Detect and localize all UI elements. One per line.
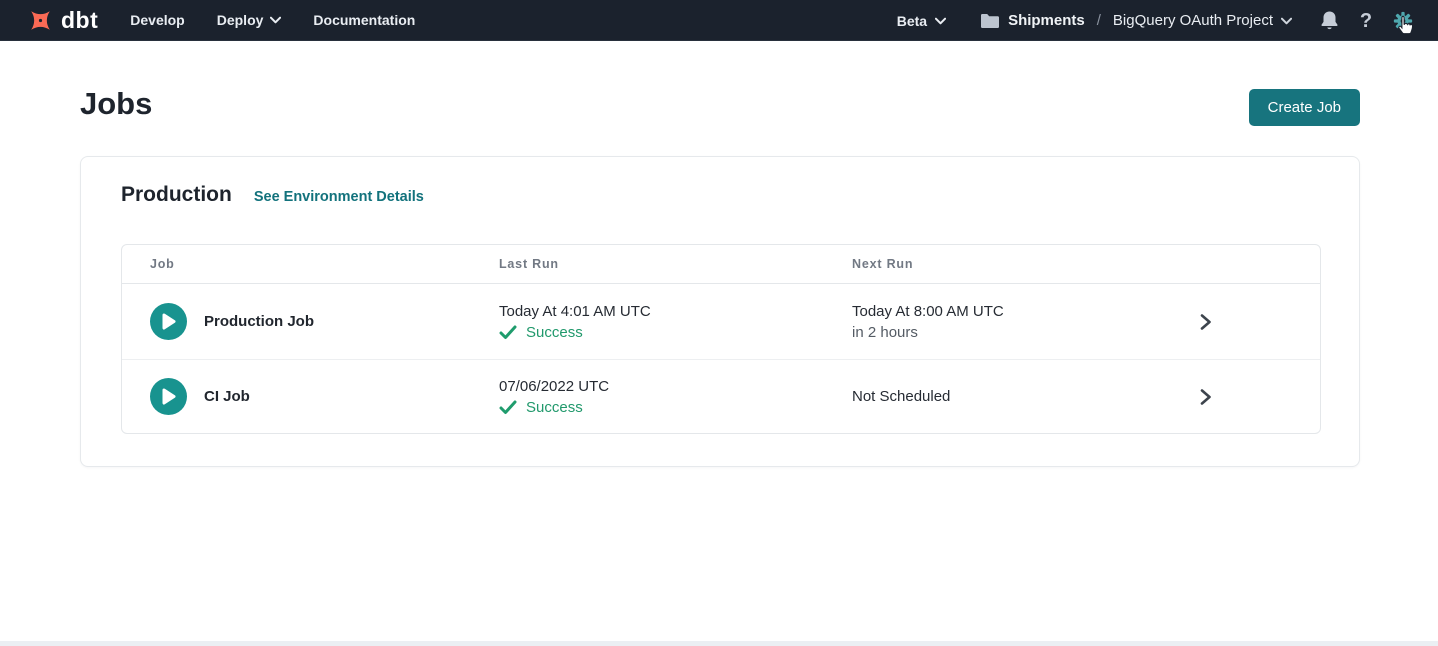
environment-name: Production — [121, 183, 232, 207]
column-header-job: Job — [122, 257, 499, 271]
bell-icon — [1320, 10, 1339, 31]
status-text: Success — [526, 399, 583, 416]
nav-item-deploy[interactable]: Deploy — [217, 12, 282, 28]
table-row-ci-job[interactable]: CI Job 07/06/2022 UTC Success Not Schedu… — [122, 360, 1320, 433]
gear-icon — [1392, 10, 1414, 32]
nav-item-label: Documentation — [313, 12, 415, 28]
next-run-cell: Today At 8:00 AM UTC in 2 hours — [852, 303, 1090, 341]
breadcrumb-separator: / — [1097, 12, 1101, 29]
status-badge: Success — [499, 324, 852, 341]
dbt-logo-text: dbt — [61, 7, 98, 34]
help-button[interactable]: ? — [1355, 10, 1377, 32]
table-row-production-job[interactable]: Production Job Today At 4:01 AM UTC Succ… — [122, 284, 1320, 360]
folder-icon — [980, 13, 1000, 29]
last-run-time: 07/06/2022 UTC — [499, 378, 852, 395]
jobs-table: Job Last Run Next Run Production Job Tod… — [121, 244, 1321, 434]
chevron-down-icon — [270, 16, 281, 24]
row-detail-cell — [1090, 388, 1320, 406]
last-run-cell: Today At 4:01 AM UTC Success — [499, 303, 852, 341]
nav-item-documentation[interactable]: Documentation — [313, 12, 415, 28]
project-name: BigQuery OAuth Project — [1113, 12, 1273, 29]
account-name: Shipments — [1008, 12, 1085, 29]
column-header-last-run: Last Run — [499, 257, 852, 271]
job-name: Production Job — [204, 313, 314, 330]
environment-card: Production See Environment Details Job L… — [80, 156, 1360, 467]
column-header-next-run: Next Run — [852, 257, 1090, 271]
notifications-button[interactable] — [1318, 10, 1340, 32]
next-run-time: Not Scheduled — [852, 388, 1090, 405]
run-job-button[interactable] — [150, 303, 187, 340]
dbt-logo[interactable]: dbt — [27, 7, 98, 34]
top-navbar: dbt Develop Deploy Documentation Beta Sh… — [0, 0, 1438, 41]
status-badge: Success — [499, 399, 852, 416]
last-run-time: Today At 4:01 AM UTC — [499, 303, 852, 320]
nav-item-label: Develop — [130, 12, 184, 28]
chevron-right-icon[interactable] — [1199, 313, 1212, 331]
row-detail-cell — [1090, 313, 1320, 331]
status-text: Success — [526, 324, 583, 341]
last-run-cell: 07/06/2022 UTC Success — [499, 378, 852, 416]
window-bottom-edge — [0, 641, 1438, 646]
next-run-note: in 2 hours — [852, 324, 1090, 341]
jobs-table-header: Job Last Run Next Run — [122, 245, 1320, 284]
job-cell: CI Job — [122, 378, 499, 415]
nav-item-label: Deploy — [217, 12, 264, 28]
job-name: CI Job — [204, 388, 250, 405]
beta-label: Beta — [897, 13, 927, 29]
next-run-cell: Not Scheduled — [852, 388, 1090, 405]
beta-dropdown[interactable]: Beta — [897, 13, 946, 29]
dbt-logo-icon — [27, 7, 54, 34]
create-job-button[interactable]: Create Job — [1249, 89, 1360, 126]
check-icon — [499, 325, 517, 340]
environment-details-link[interactable]: See Environment Details — [254, 189, 424, 205]
play-icon — [160, 387, 177, 406]
project-breadcrumb[interactable]: Shipments / BigQuery OAuth Project — [980, 12, 1292, 29]
settings-button[interactable] — [1392, 10, 1414, 32]
chevron-right-icon[interactable] — [1199, 388, 1212, 406]
next-run-time: Today At 8:00 AM UTC — [852, 303, 1090, 320]
play-icon — [160, 312, 177, 331]
nav-links: Develop Deploy Documentation — [130, 12, 415, 28]
help-icon: ? — [1360, 11, 1372, 31]
job-cell: Production Job — [122, 303, 499, 340]
chevron-down-icon — [1281, 17, 1292, 25]
run-job-button[interactable] — [150, 378, 187, 415]
navbar-right: Beta Shipments / BigQuery OAuth Project — [897, 0, 1414, 41]
page-title: Jobs — [80, 86, 152, 122]
check-icon — [499, 400, 517, 415]
nav-item-develop[interactable]: Develop — [130, 12, 184, 28]
navbar-icons: ? — [1318, 10, 1414, 32]
chevron-down-icon — [935, 17, 946, 25]
environment-header: Production See Environment Details — [121, 183, 1359, 207]
